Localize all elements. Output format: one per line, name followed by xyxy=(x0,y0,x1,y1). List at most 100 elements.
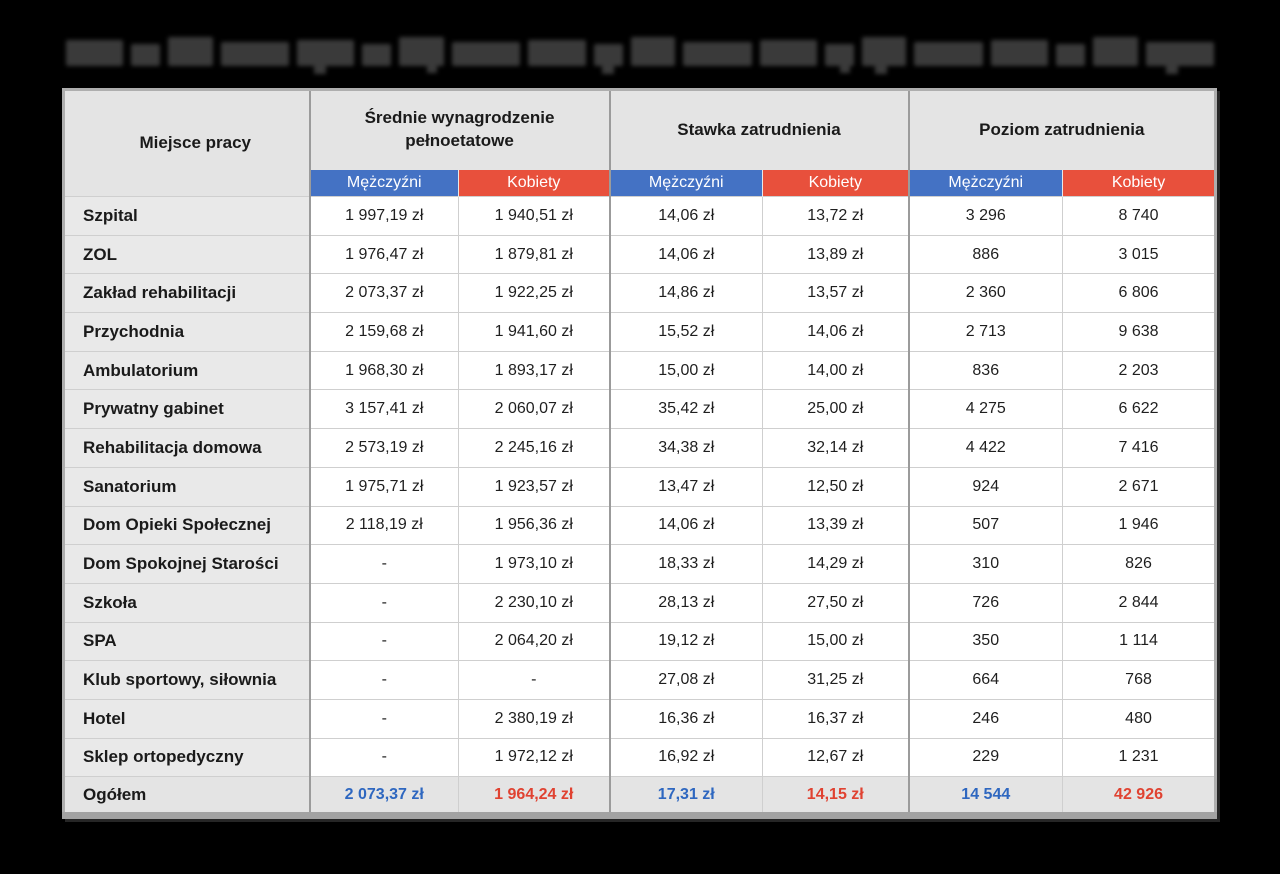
row-label: Szpital xyxy=(63,196,310,236)
row-label: Dom Opieki Społecznej xyxy=(63,505,310,545)
cell-men: 13,47 zł xyxy=(608,466,763,506)
redacted-text-blob xyxy=(399,37,444,73)
row-label: Prywatny gabinet xyxy=(63,389,310,429)
cell-men: 1 975,71 zł xyxy=(308,466,459,506)
cell-women: 1 893,17 zł xyxy=(457,350,610,390)
redacted-text-blob xyxy=(1055,44,1086,66)
cell-women: 13,89 zł xyxy=(762,234,909,274)
total-row: Ogółem 2 073,37 zł 1 964,24 zł 17,31 zł 14,1… xyxy=(63,776,1216,816)
cell-men: 310 xyxy=(907,544,1063,584)
redacted-text-blob xyxy=(759,40,817,66)
cell-men: 1 968,30 zł xyxy=(308,350,459,390)
redacted-text-blob xyxy=(593,44,623,74)
cell-men: 246 xyxy=(907,698,1063,739)
cell-men: 229 xyxy=(907,737,1063,777)
redacted-text-blob xyxy=(1145,42,1215,74)
redacted-text-blob xyxy=(528,40,586,66)
subheader-rate-men: Mężczyźni xyxy=(608,169,763,197)
redacted-text-blob xyxy=(861,37,907,74)
cell-men: 924 xyxy=(907,466,1063,506)
cell-men: - xyxy=(308,621,459,661)
cell-women: 12,50 zł xyxy=(762,466,909,506)
table-row: Klub sportowy, siłownia - -27,08 zł 31,25 z… xyxy=(63,660,1216,700)
group-header-employment-level: Poziom zatrudnienia xyxy=(907,89,1216,170)
cell-men: 18,33 zł xyxy=(608,544,763,584)
table-row: Szkoła -2 230,10 zł 28,13 zł 27,50 zł 726 2 8… xyxy=(63,582,1216,623)
row-label: Klub sportowy, siłownia xyxy=(63,660,310,700)
table-row: Sklep ortopedyczny -1 972,12 zł 16,92 zł 12… xyxy=(63,737,1216,777)
cell-women: 2 064,20 zł xyxy=(457,621,610,661)
cell-women: 768 xyxy=(1062,660,1216,700)
cell-women: 2 671 xyxy=(1062,466,1216,506)
cell-men: - xyxy=(308,737,459,777)
cell-men: 2 118,19 zł xyxy=(308,505,459,545)
cell-men: 886 xyxy=(907,234,1063,274)
row-label: Ogółem xyxy=(63,776,310,816)
row-label: Szkoła xyxy=(63,582,310,623)
cell-women: 31,25 zł xyxy=(762,660,909,700)
subheader-level-women: Kobiety xyxy=(1062,169,1216,197)
redacted-text-blob xyxy=(131,44,161,66)
cell-men: - xyxy=(308,582,459,623)
cell-men: 4 275 xyxy=(907,389,1063,429)
cell-men: 836 xyxy=(907,350,1063,390)
cell-women: 2 844 xyxy=(1062,582,1216,623)
cell-women: 1 923,57 zł xyxy=(457,466,610,506)
table-row: Dom Opieki Społecznej 2 118,19 zł 1 956,36… xyxy=(63,505,1216,545)
row-label: Rehabilitacja domowa xyxy=(63,428,310,468)
cell-women: 6 806 xyxy=(1062,273,1216,313)
subheader-level-men: Mężczyźni xyxy=(907,169,1063,197)
cell-women: 14,06 zł xyxy=(762,312,909,352)
cell-women: 15,00 zł xyxy=(762,621,909,661)
cell-men: 16,92 zł xyxy=(608,737,763,777)
cell-women: 1 941,60 zł xyxy=(457,312,610,352)
cell-women: 1 922,25 zł xyxy=(457,273,610,313)
cell-women: 480 xyxy=(1062,698,1216,739)
redacted-text-blob xyxy=(630,37,676,66)
row-label: Hotel xyxy=(63,698,310,739)
row-label: Przychodnia xyxy=(63,312,310,352)
employment-statistics-table: Miejsce pracy Średnie wynagrodzenie pełn… xyxy=(62,88,1218,820)
cell-men: 14,06 zł xyxy=(608,196,763,236)
redacted-text-blob xyxy=(66,40,124,66)
cell-women: 9 638 xyxy=(1062,312,1216,352)
cell-men: 15,52 zł xyxy=(608,312,763,352)
cell-women: 27,50 zł xyxy=(762,582,909,623)
cell-women: 1 114 xyxy=(1062,621,1216,661)
cell-women: 826 xyxy=(1062,544,1216,584)
cell-men: 14,06 zł xyxy=(608,505,763,545)
redacted-text-blob xyxy=(990,40,1048,66)
redacted-text-blob xyxy=(220,42,290,66)
cell-women: 1 956,36 zł xyxy=(457,505,610,545)
cell-men: - xyxy=(308,544,459,584)
cell-women: 14,15 zł xyxy=(762,776,909,816)
cell-men: 2 713 xyxy=(907,312,1063,352)
cell-women: 1 940,51 zł xyxy=(457,196,610,236)
cell-women: - xyxy=(457,660,610,700)
cell-men: 34,38 zł xyxy=(608,428,763,468)
cell-women: 2 245,16 zł xyxy=(457,428,610,468)
row-label: Sklep ortopedyczny xyxy=(63,737,310,777)
cell-men: 1 997,19 zł xyxy=(308,196,459,236)
redacted-text-blob xyxy=(914,42,983,66)
cell-women: 12,67 zł xyxy=(762,737,909,777)
row-label: Ambulatorium xyxy=(63,350,310,390)
cell-men: 2 159,68 zł xyxy=(308,312,459,352)
row-label: ZOL xyxy=(63,234,310,274)
redacted-title xyxy=(66,30,1215,74)
cell-men: 14,86 zł xyxy=(608,273,763,313)
cell-women: 25,00 zł xyxy=(762,389,909,429)
table-body: Szpital 1 997,19 zł 1 940,51 zł 14,06 zł 13,… xyxy=(63,196,1216,816)
cell-women: 32,14 zł xyxy=(762,428,909,468)
subheader-wage-men: Mężczyźni xyxy=(308,169,459,197)
cell-women: 1 972,12 zł xyxy=(457,737,610,777)
cell-women: 14,29 zł xyxy=(762,544,909,584)
header-group-row: Miejsce pracy Średnie wynagrodzenie pełn… xyxy=(62,89,1216,197)
cell-men: 726 xyxy=(907,582,1063,623)
table-row: Szpital 1 997,19 zł 1 940,51 zł 14,06 zł 13,… xyxy=(63,196,1216,236)
cell-women: 1 231 xyxy=(1062,737,1216,777)
cell-men: 664 xyxy=(907,660,1063,700)
redacted-text-blob xyxy=(297,40,355,74)
cell-men: 1 976,47 zł xyxy=(308,234,459,274)
cell-men: 4 422 xyxy=(907,428,1063,468)
